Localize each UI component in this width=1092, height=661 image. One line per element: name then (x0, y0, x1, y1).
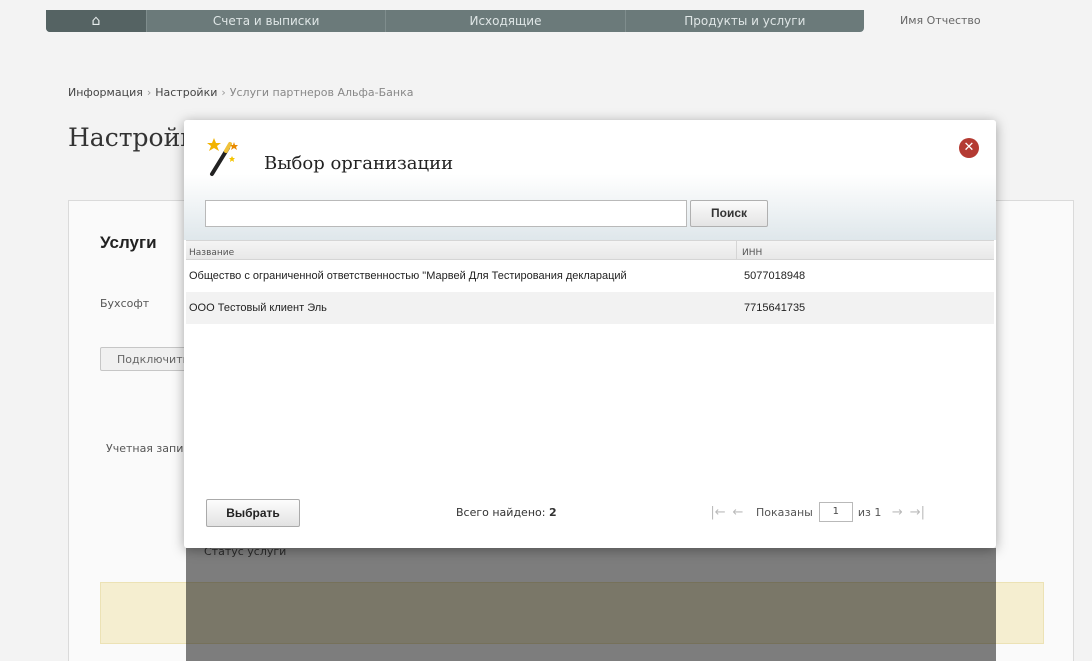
table-row[interactable]: Общество с ограниченной ответственностью… (186, 260, 994, 292)
search-button[interactable]: Поиск (690, 200, 768, 227)
breadcrumb-current: Услуги партнеров Альфа-Банка (229, 86, 414, 99)
nav-item-outgoing[interactable]: Исходящие (385, 10, 624, 32)
close-icon[interactable]: ✕ (959, 138, 979, 158)
row-inn: 7715641735 (744, 302, 806, 314)
row-name: ООО Тестовый клиент Эль (189, 302, 327, 314)
row-inn: 5077018948 (744, 270, 806, 282)
pagination: |← ← Показаны 1 из 1 → →| (708, 500, 927, 524)
last-page-icon[interactable]: →| (907, 505, 927, 520)
breadcrumb-separator: › (146, 86, 152, 99)
prev-page-icon[interactable]: ← (728, 505, 748, 520)
first-page-icon[interactable]: |← (708, 505, 728, 520)
magic-wand-icon (207, 138, 238, 176)
page: ⌂ Счета и выписки Исходящие Продукты и у… (0, 0, 1092, 661)
buhsoft-label: Бухсофт (100, 297, 150, 310)
section-title: Услуги (100, 233, 157, 252)
organization-select-dialog: Выбор организации ✕ Поиск Название ИНН О… (184, 120, 996, 548)
page-number-input[interactable]: 1 (818, 502, 853, 522)
breadcrumb-settings[interactable]: Настройки (155, 86, 217, 99)
found-count: Всего найдено: 2 (456, 506, 557, 519)
nav-item-accounts[interactable]: Счета и выписки (146, 10, 385, 32)
shown-label: Показаны (756, 505, 813, 519)
next-page-icon[interactable]: → (887, 505, 907, 520)
search-input[interactable] (205, 200, 687, 227)
breadcrumb-info[interactable]: Информация (68, 86, 143, 99)
table-header: Название ИНН (186, 240, 994, 260)
page-total: из 1 (857, 505, 882, 519)
table-row[interactable]: ООО Тестовый клиент Эль 7715641735 (186, 292, 994, 324)
dialog-header: Выбор организации ✕ Поиск (184, 120, 996, 240)
organizations-table: Название ИНН Общество с ограниченной отв… (186, 240, 994, 324)
dialog-footer: Выбрать Всего найдено: 2 |← ← Показаны 1… (184, 488, 996, 548)
found-number: 2 (548, 506, 557, 519)
home-icon[interactable]: ⌂ (46, 10, 146, 32)
top-navigation: ⌂ Счета и выписки Исходящие Продукты и у… (46, 10, 864, 32)
modal-shadow (186, 548, 996, 661)
column-header-inn[interactable]: ИНН (737, 241, 994, 259)
breadcrumb-separator: › (221, 86, 226, 99)
dialog-title: Выбор организации (264, 153, 454, 174)
column-header-name[interactable]: Название (186, 241, 737, 259)
user-name[interactable]: Имя Отчество (900, 14, 981, 27)
found-label: Всего найдено: (456, 506, 546, 519)
nav-item-products[interactable]: Продукты и услуги (624, 10, 864, 32)
row-name: Общество с ограниченной ответственностью… (189, 270, 627, 282)
account-label: Учетная запись (106, 442, 196, 455)
breadcrumb: Информация › Настройки › Услуги партнеров Ал… (68, 86, 414, 99)
select-button[interactable]: Выбрать (206, 499, 300, 527)
